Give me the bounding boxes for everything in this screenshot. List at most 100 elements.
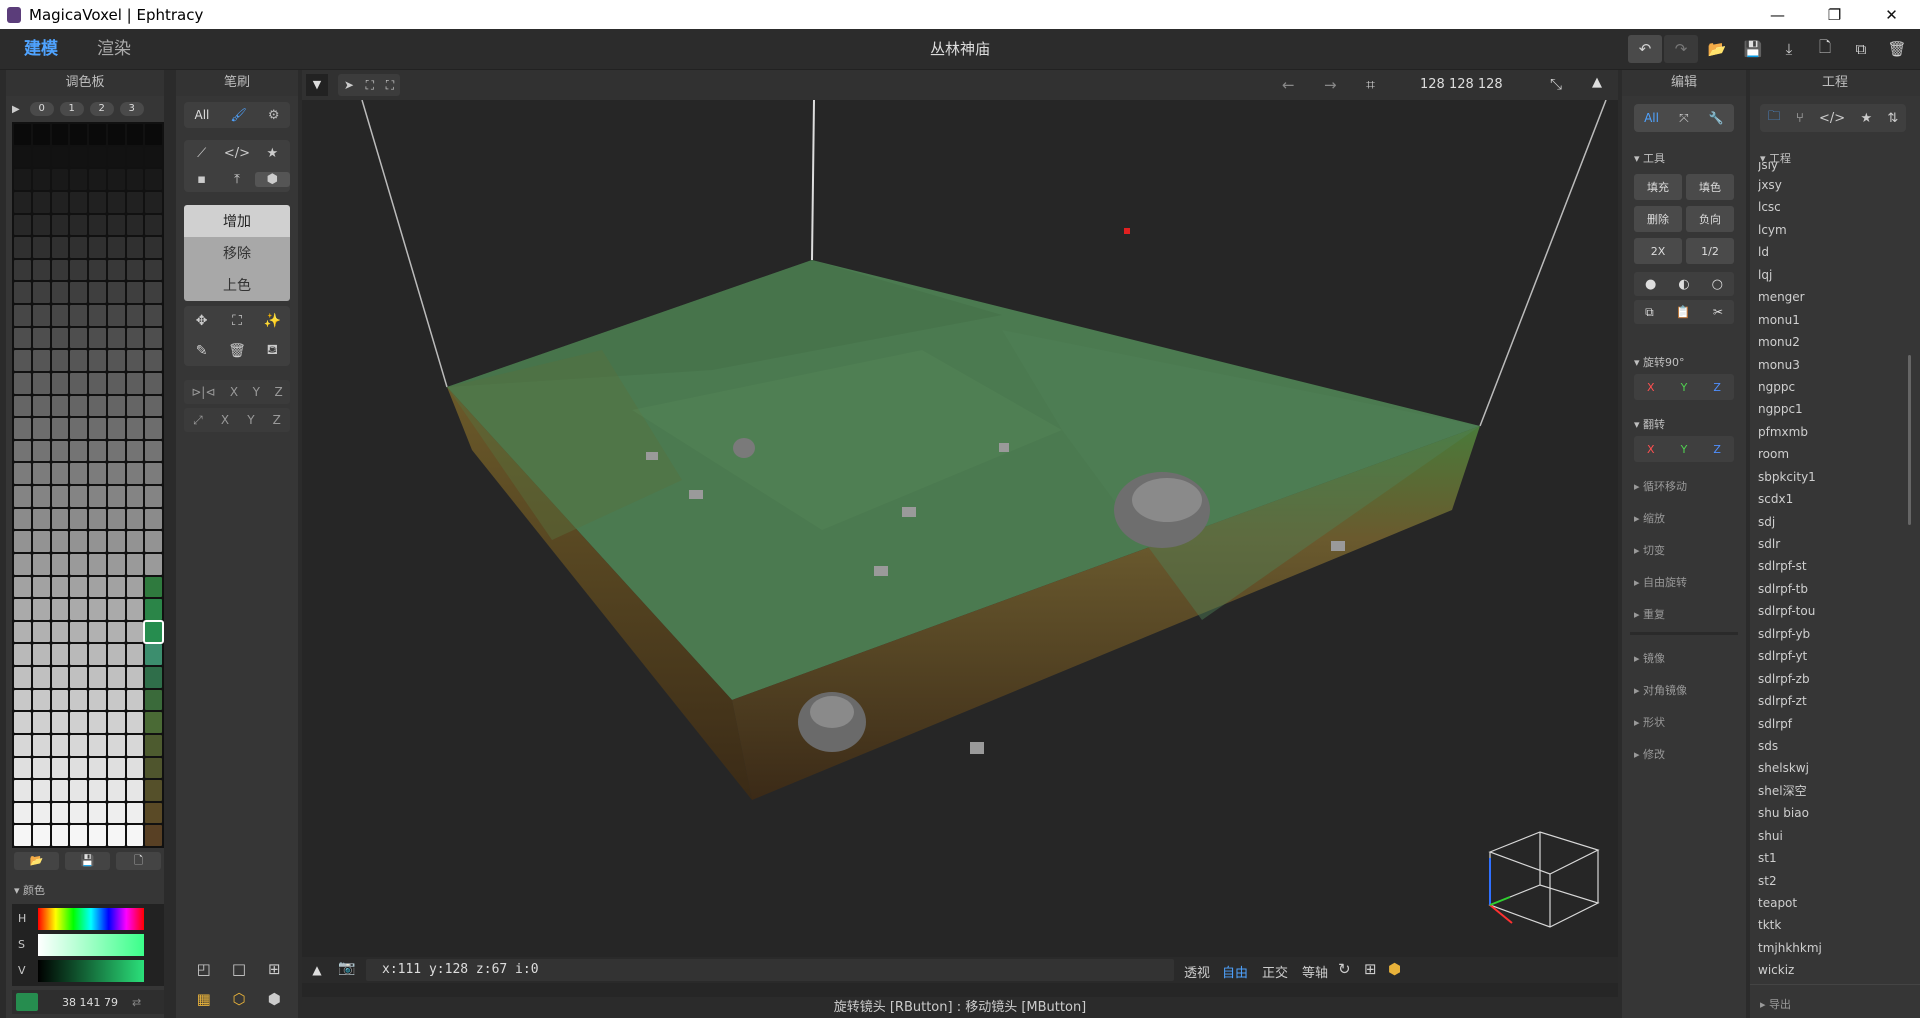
- palette-swatch[interactable]: [107, 305, 125, 326]
- palette-swatch[interactable]: [126, 576, 144, 598]
- palette-swatch[interactable]: [14, 395, 31, 417]
- palette-swatch[interactable]: [126, 440, 144, 462]
- fit-select-icon[interactable]: ⛶: [386, 78, 394, 93]
- paste-icon[interactable]: 📋: [1676, 305, 1691, 319]
- sphere-solid-icon[interactable]: ●: [1645, 277, 1656, 292]
- palette-swatch[interactable]: [126, 395, 144, 417]
- palette-swatch[interactable]: [126, 282, 144, 303]
- palette-swatch[interactable]: [14, 440, 31, 462]
- shear-section[interactable]: ▸ 切变: [1634, 542, 1665, 558]
- palette-swatch[interactable]: [70, 802, 87, 824]
- palette-swatch[interactable]: [126, 689, 144, 711]
- palette-swatch[interactable]: [70, 644, 87, 665]
- palette-swatch[interactable]: [89, 169, 106, 190]
- palette-swatch[interactable]: [51, 146, 69, 168]
- palette-swatch[interactable]: [107, 463, 125, 484]
- project-file-item[interactable]: shu biao: [1758, 802, 1908, 824]
- palette-swatch[interactable]: [32, 395, 50, 417]
- prev-arrow-icon[interactable]: ←: [1282, 76, 1295, 94]
- project-file-item[interactable]: sdlrpf-tb: [1758, 578, 1908, 600]
- shape-section[interactable]: ▸ 形状: [1634, 714, 1665, 730]
- palette-swatch[interactable]: [89, 305, 106, 326]
- palette-swatch[interactable]: [126, 350, 144, 371]
- palette-swatch[interactable]: [126, 621, 144, 643]
- palette-swatch[interactable]: [70, 689, 87, 711]
- palette-swatch[interactable]: [107, 667, 125, 688]
- palette-swatch[interactable]: [145, 440, 162, 462]
- palette-swatch[interactable]: [51, 621, 69, 643]
- palette-swatch[interactable]: [107, 146, 125, 168]
- palette-swatch[interactable]: [32, 305, 50, 326]
- palette-swatch[interactable]: [70, 214, 87, 236]
- brush-all-button[interactable]: All: [194, 108, 209, 122]
- palette-swatch[interactable]: [107, 440, 125, 462]
- palette-swatch[interactable]: [145, 644, 162, 665]
- palette-swatch[interactable]: [70, 191, 87, 213]
- view-iso[interactable]: 等轴: [1302, 962, 1328, 981]
- palette-grid[interactable]: [12, 122, 164, 848]
- palette-swatch[interactable]: [51, 825, 69, 846]
- palette-tab-0[interactable]: 0: [29, 102, 54, 116]
- palette-swatch[interactable]: [14, 576, 31, 598]
- palette-swatch[interactable]: [14, 350, 31, 371]
- palette-swatch[interactable]: [51, 350, 69, 371]
- palette-swatch[interactable]: [70, 395, 87, 417]
- palette-swatch[interactable]: [51, 305, 69, 326]
- palette-swatch[interactable]: [51, 327, 69, 349]
- next-arrow-icon[interactable]: →: [1324, 76, 1337, 94]
- project-file-item[interactable]: sdlrpf-tou: [1758, 600, 1908, 622]
- project-file-item[interactable]: jxsy: [1758, 174, 1908, 196]
- palette-swatch[interactable]: [14, 508, 31, 530]
- viewport-expand-icon[interactable]: ▲: [1592, 75, 1602, 90]
- saturation-bar[interactable]: [38, 934, 144, 956]
- fill-color-button[interactable]: 填色: [1686, 174, 1734, 200]
- palette-swatch[interactable]: [126, 667, 144, 688]
- project-file-item[interactable]: teapot: [1758, 892, 1908, 914]
- palette-swatch[interactable]: [51, 531, 69, 552]
- palette-swatch[interactable]: [14, 712, 31, 733]
- palette-swatch[interactable]: [14, 644, 31, 665]
- palette-swatch[interactable]: [51, 372, 69, 394]
- palette-swatch[interactable]: [145, 327, 162, 349]
- palette-swatch[interactable]: [126, 825, 144, 846]
- palette-swatch[interactable]: [70, 282, 87, 303]
- hue-bar[interactable]: [38, 908, 144, 930]
- palette-swatch[interactable]: [145, 553, 162, 575]
- sphere-half-icon[interactable]: ◐: [1678, 277, 1689, 292]
- palette-swatch[interactable]: [51, 124, 69, 145]
- line-brush-icon[interactable]: ⟋: [184, 146, 219, 161]
- palette-swatch[interactable]: [145, 531, 162, 552]
- palette-swatch[interactable]: [51, 667, 69, 688]
- undo-icon[interactable]: ↶: [1628, 35, 1662, 63]
- model-icon[interactable]: ⬡: [221, 990, 256, 1008]
- palette-swatch[interactable]: [126, 237, 144, 258]
- box-view-icon[interactable]: ⬢: [1388, 960, 1401, 978]
- project-file-item[interactable]: sdlrpf-st: [1758, 555, 1908, 577]
- palette-swatch[interactable]: [51, 418, 69, 439]
- palette-play-icon[interactable]: ▶: [12, 104, 20, 115]
- project-file-item[interactable]: sdlrpf: [1758, 713, 1908, 735]
- palette-swatch[interactable]: [126, 191, 144, 213]
- flip-x[interactable]: X: [1647, 443, 1655, 456]
- palette-swatch[interactable]: [70, 305, 87, 326]
- palette-swatch[interactable]: [14, 237, 31, 258]
- project-file-item[interactable]: tktk: [1758, 914, 1908, 936]
- palette-tab-3[interactable]: 3: [119, 102, 144, 116]
- palette-swatch[interactable]: [14, 757, 31, 779]
- palette-swatch[interactable]: [14, 146, 31, 168]
- palette-swatch[interactable]: [126, 124, 144, 145]
- palette-swatch[interactable]: [107, 531, 125, 552]
- palette-swatch[interactable]: [89, 508, 106, 530]
- palette-swatch[interactable]: [145, 486, 162, 507]
- palette-swatch[interactable]: [126, 372, 144, 394]
- palette-swatch[interactable]: [89, 621, 106, 643]
- palette-swatch[interactable]: [145, 214, 162, 236]
- palette-swatch[interactable]: [145, 508, 162, 530]
- palette-swatch[interactable]: [51, 712, 69, 733]
- palette-swatch[interactable]: [145, 146, 162, 168]
- copy-icon[interactable]: ⧉: [1645, 305, 1654, 320]
- palette-swatch[interactable]: [51, 553, 69, 575]
- palette-swatch[interactable]: [51, 214, 69, 236]
- palette-swatch[interactable]: [107, 191, 125, 213]
- free-rotate-section[interactable]: ▸ 自由旋转: [1634, 574, 1687, 590]
